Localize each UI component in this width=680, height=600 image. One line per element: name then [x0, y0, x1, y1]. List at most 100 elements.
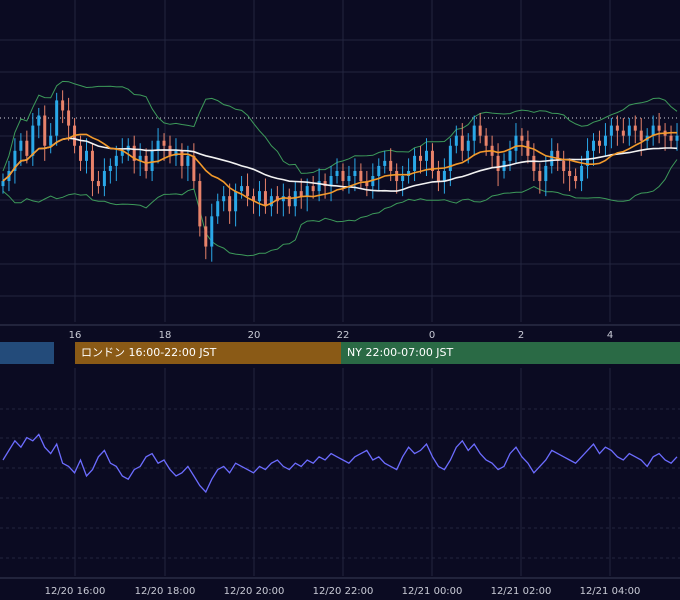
- candle-body: [603, 135, 607, 146]
- candle-body: [55, 100, 59, 136]
- main-x-tick-label: 4: [607, 330, 613, 341]
- candle-body: [263, 191, 267, 207]
- candle-body: [550, 150, 554, 166]
- candle-body: [180, 150, 184, 166]
- candle-body: [377, 165, 381, 176]
- candle-body: [609, 125, 613, 136]
- main-x-tick-label: 22: [337, 330, 350, 341]
- candle-body: [257, 191, 261, 202]
- candle-body: [150, 150, 154, 171]
- candle-body: [1, 181, 5, 187]
- session-tokyo: [0, 342, 54, 364]
- main-x-tick-label: 2: [518, 330, 524, 341]
- candle-body: [192, 155, 196, 182]
- candle-body: [329, 176, 333, 187]
- candle-body: [615, 125, 619, 131]
- candle-body: [484, 135, 488, 146]
- candle-body: [246, 186, 250, 197]
- candle-body: [43, 115, 47, 146]
- candle-body: [383, 160, 387, 166]
- candle-body: [532, 155, 536, 171]
- candle-body: [114, 155, 118, 166]
- main-x-tick-label: 0: [429, 330, 435, 341]
- candle-body: [574, 176, 578, 182]
- main-x-tick-label: 16: [69, 330, 82, 341]
- session-london: ロンドン 16:00-22:00 JST: [75, 342, 341, 364]
- candle-body: [538, 170, 542, 182]
- candle-body: [61, 100, 65, 111]
- candle-body: [311, 186, 315, 192]
- candle-body: [592, 140, 596, 151]
- candle-body: [401, 176, 405, 182]
- candle-body: [305, 186, 309, 197]
- oscillator-x-axis: 12/20 16:00 12/20 18:00 12/20 20:00 12/20 2…: [45, 586, 641, 597]
- candle-body: [96, 181, 100, 187]
- candle-body: [675, 135, 679, 141]
- candle-body: [436, 170, 440, 182]
- candle-body: [657, 125, 661, 131]
- candle-body: [210, 216, 214, 247]
- session-ny: NY 22:00-07:00 JST: [341, 342, 680, 364]
- session-london-label: ロンドン 16:00-22:00 JST: [81, 346, 217, 359]
- candle-body: [627, 125, 631, 136]
- oscillator-x-tick-label: 12/21 02:00: [491, 586, 552, 597]
- candle-body: [597, 140, 601, 146]
- candle-body: [341, 170, 345, 182]
- candle-body: [49, 135, 53, 146]
- candle-body: [633, 125, 637, 131]
- candle-body: [186, 155, 190, 166]
- candle-body: [454, 135, 458, 146]
- candle-body: [508, 150, 512, 161]
- oscillator-x-tick-label: 12/20 16:00: [45, 586, 106, 597]
- chart-background: [0, 0, 680, 600]
- candle-body: [108, 165, 112, 171]
- candle-body: [430, 150, 434, 171]
- candle-body: [544, 165, 548, 182]
- oscillator-x-tick-label: 12/20 22:00: [313, 586, 374, 597]
- candle-body: [19, 140, 23, 151]
- candle-body: [228, 196, 232, 212]
- candle-body: [90, 150, 94, 182]
- candle-body: [639, 130, 643, 141]
- oscillator-x-tick-label: 12/21 00:00: [402, 586, 463, 597]
- candle-body: [442, 170, 446, 182]
- candle-body: [466, 140, 470, 151]
- candle-body: [198, 181, 202, 227]
- candle-body: [216, 201, 220, 217]
- candle-body: [162, 140, 166, 146]
- candle-body: [419, 155, 423, 161]
- candle-body: [37, 115, 41, 126]
- candle-body: [353, 170, 357, 176]
- candle-body: [496, 155, 500, 171]
- candle-body: [413, 155, 417, 171]
- main-x-tick-label: 20: [248, 330, 261, 341]
- candle-body: [389, 160, 393, 171]
- oscillator-x-tick-label: 12/20 20:00: [224, 586, 285, 597]
- candle-body: [269, 196, 273, 207]
- candle-body: [240, 186, 244, 192]
- candle-body: [621, 130, 625, 136]
- candle-body: [347, 176, 351, 182]
- candle-body: [568, 170, 572, 176]
- candle-body: [395, 170, 399, 182]
- main-x-tick-label: 18: [159, 330, 172, 341]
- candle-body: [31, 125, 35, 156]
- candle-body: [67, 110, 71, 126]
- candle-body: [460, 135, 464, 151]
- oscillator-x-tick-label: 12/20 18:00: [135, 586, 196, 597]
- candle-body: [84, 150, 88, 161]
- candle-body: [222, 196, 226, 202]
- candle-body: [234, 191, 238, 212]
- candle-body: [424, 150, 428, 161]
- candle-body: [299, 191, 303, 197]
- candle-body: [514, 135, 518, 151]
- candle-body: [520, 135, 524, 141]
- candle-body: [472, 125, 476, 141]
- chart-canvas: 16 18 20 22 0 2 4 12/20 16:00 12/20 18:00 12/20 …: [0, 0, 680, 600]
- candle-body: [669, 135, 673, 141]
- candle-body: [478, 125, 482, 136]
- candle-body: [562, 160, 566, 171]
- candle-body: [335, 170, 339, 176]
- candle-body: [580, 165, 584, 182]
- candle-body: [102, 170, 106, 187]
